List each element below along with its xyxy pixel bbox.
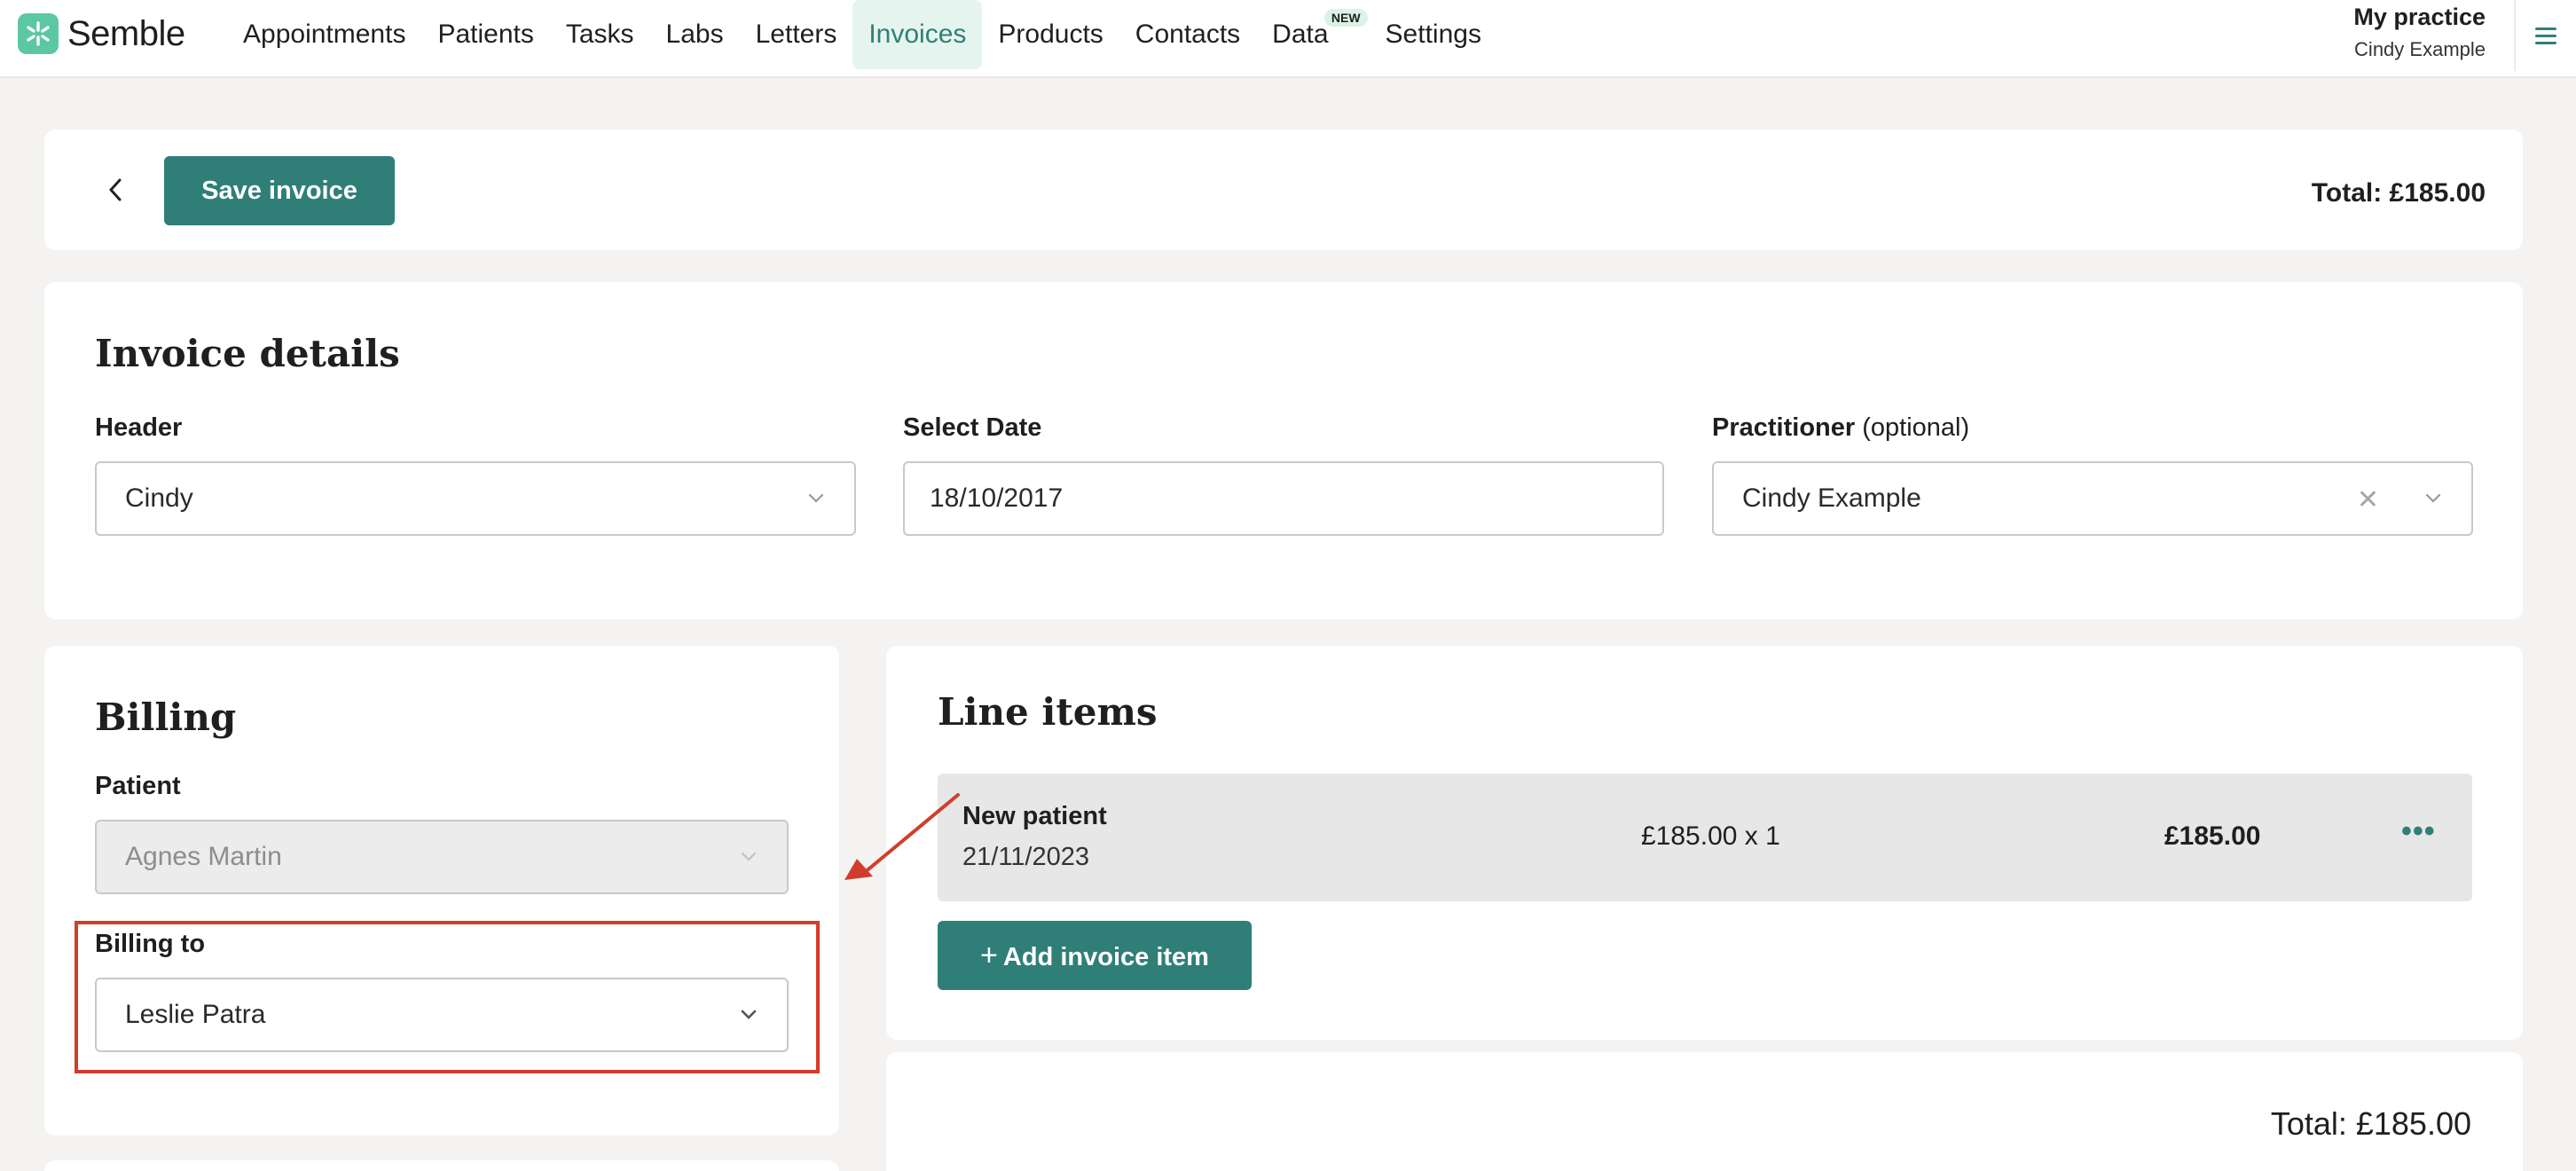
user-name: Cindy Example — [2354, 38, 2486, 60]
chevron-left-icon — [109, 178, 122, 201]
header-value: Cindy — [125, 483, 193, 513]
more-options-icon[interactable]: ••• — [2401, 814, 2436, 849]
practitioner-value: Cindy Example — [1742, 483, 1921, 513]
nav-label: Appointments — [243, 20, 406, 49]
patient-value: Agnes Martin — [125, 842, 282, 871]
invoice-total-bottom: Total: £185.00 — [2270, 1105, 2471, 1142]
new-badge: NEW — [1323, 9, 1368, 27]
main-nav: Appointments Patients Tasks Labs Letters… — [227, 0, 1497, 69]
nav-labs[interactable]: Labs — [650, 0, 740, 69]
nav-label: Letters — [755, 20, 837, 49]
menu-button[interactable] — [2514, 0, 2576, 71]
brand-name: Semble — [67, 13, 185, 53]
line-item-quantity: £185.00 x 1 — [1641, 821, 1780, 851]
header-select[interactable]: Cindy — [95, 461, 856, 536]
nav-settings[interactable]: Settings — [1370, 0, 1497, 69]
top-navigation: Semble Appointments Patients Tasks Labs … — [0, 0, 2576, 78]
nav-letters[interactable]: Letters — [740, 0, 853, 69]
line-items-title: Line items — [938, 690, 1158, 734]
patient-select: Agnes Martin — [95, 820, 789, 894]
nav-label: Data — [1272, 20, 1329, 49]
chevron-down-icon — [808, 493, 824, 503]
add-invoice-item-label: Add invoice item — [1002, 942, 1209, 971]
nav-label: Settings — [1385, 20, 1481, 49]
line-items-card: Line items New patient 21/11/2023 £185.0… — [886, 646, 2523, 1040]
clear-icon[interactable]: ✕ — [2357, 484, 2379, 515]
billing-title: Billing — [95, 696, 237, 739]
patient-label: Patient — [95, 772, 181, 800]
practitioner-label-text: Practitioner — [1712, 413, 1856, 442]
nav-label: Tasks — [565, 20, 634, 49]
line-item-amount: £185.00 — [2164, 821, 2261, 851]
nav-data[interactable]: Data NEW — [1256, 0, 1368, 69]
practitioner-label: Practitioner (optional) — [1712, 413, 1969, 443]
chevron-down-icon — [741, 852, 757, 861]
practice-name: My practice — [2353, 4, 2486, 30]
date-value: 18/10/2017 — [930, 483, 1064, 513]
line-item-date: 21/11/2023 — [962, 843, 1089, 871]
nav-contacts[interactable]: Contacts — [1119, 0, 1256, 69]
annotation-highlight-box — [75, 921, 820, 1073]
line-item-row[interactable]: New patient 21/11/2023 £185.00 x 1 £185.… — [938, 774, 2472, 901]
semble-logo-icon — [18, 13, 59, 54]
nav-patients[interactable]: Patients — [421, 0, 549, 69]
optional-tag: (optional) — [1862, 413, 1970, 442]
nav-products[interactable]: Products — [982, 0, 1119, 69]
nav-appointments[interactable]: Appointments — [227, 0, 421, 69]
hamburger-menu-icon — [2535, 23, 2556, 49]
line-item-name: New patient — [962, 802, 1107, 830]
nav-label: Invoices — [868, 20, 967, 49]
add-invoice-item-button[interactable]: + Add invoice item — [938, 921, 1252, 990]
practitioner-select[interactable]: Cindy Example ✕ — [1712, 461, 2473, 536]
nav-label: Contacts — [1135, 20, 1241, 49]
header-label: Header — [95, 413, 183, 442]
invoice-total-top: Total: £185.00 — [2311, 178, 2486, 208]
invoice-toolbar: Save invoice Total: £185.00 — [44, 130, 2523, 250]
semble-logo[interactable]: Semble — [18, 12, 185, 55]
chevron-down-icon — [2425, 493, 2441, 503]
practice-switcher[interactable]: My practice Cindy Example — [2353, 4, 2486, 61]
nav-invoices[interactable]: Invoices — [852, 0, 983, 69]
plus-icon: + — [980, 938, 998, 972]
nav-label: Patients — [437, 20, 534, 49]
select-date-label: Select Date — [903, 413, 1042, 442]
invoice-details-title: Invoice details — [95, 332, 400, 375]
next-card-edge — [44, 1160, 839, 1171]
invoice-details-card: Invoice details Header Cindy Select Date… — [44, 282, 2523, 619]
nav-label: Products — [998, 20, 1103, 49]
nav-tasks[interactable]: Tasks — [550, 0, 650, 69]
save-invoice-button[interactable]: Save invoice — [164, 156, 395, 225]
totals-card: Total: £185.00 — [886, 1052, 2523, 1171]
date-input[interactable]: 18/10/2017 — [903, 461, 1664, 536]
nav-label: Labs — [665, 20, 724, 49]
back-button[interactable] — [98, 165, 133, 215]
annotation-arrow-icon — [844, 793, 960, 880]
